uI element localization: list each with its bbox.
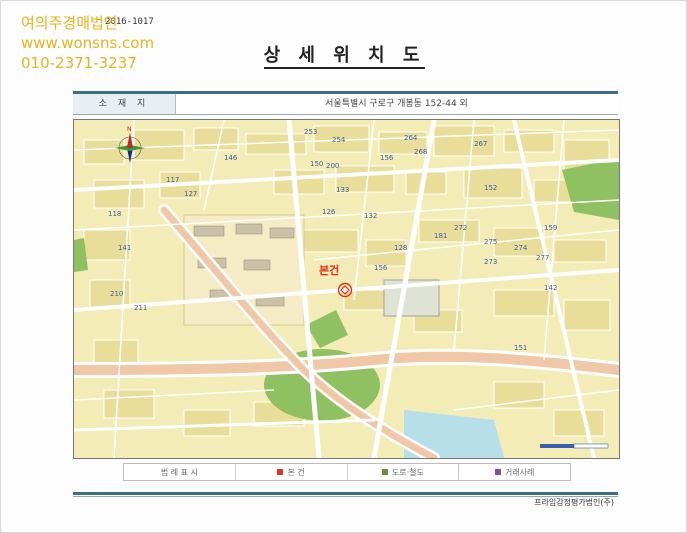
lot-number: 211 (134, 304, 147, 312)
legend-swatch-icon (494, 469, 501, 475)
legend-label: 도로·철도 (391, 467, 424, 477)
scale-bar (540, 443, 609, 449)
lot-number: 156 (380, 154, 394, 162)
footer-rule (73, 492, 618, 495)
lot-number: 159 (544, 224, 557, 232)
page-frame: 2016-1017 상 세 위 치 도 소 재 지 서울특별시 구로구 개봉동 … (0, 0, 687, 533)
location-label: 소 재 지 (73, 94, 176, 114)
map-legend: 범 례 표 시 본 건 도로·철도 거래사례 (123, 463, 571, 481)
legend-item: 범 례 표 시 (124, 464, 236, 480)
lot-number: 127 (184, 190, 197, 198)
lot-number: 264 (404, 134, 418, 142)
map-graphic: 253 254 267 264 146 268 152 150 156 133 … (74, 120, 619, 458)
subject-label: 본건 (319, 264, 340, 277)
lot-number: 133 (336, 186, 349, 194)
lot-number: 128 (394, 244, 407, 252)
compass-n-label: N (127, 126, 132, 133)
lot-number: 141 (118, 244, 131, 252)
watermark: 여의주경매법인 www.wonsns.com 010-2371-3237 (21, 13, 154, 73)
lot-number: 132 (364, 212, 377, 220)
lot-number: 156 (374, 264, 388, 272)
lot-number: 118 (108, 210, 121, 218)
lot-number: 267 (474, 140, 487, 148)
lot-number: 151 (514, 344, 527, 352)
lot-number: 126 (322, 208, 336, 216)
lot-number: 146 (224, 154, 238, 162)
legend-item: 거래사례 (459, 464, 570, 480)
lot-number: 210 (110, 290, 123, 298)
lot-number: 181 (434, 232, 447, 240)
legend-label: 범 례 표 시 (160, 467, 198, 477)
lot-number: 274 (514, 244, 528, 252)
lot-number: 253 (304, 128, 317, 136)
lot-number: 117 (166, 176, 179, 184)
lot-number: 200 (326, 162, 339, 170)
page-title-text: 상 세 위 치 도 (263, 45, 426, 69)
lot-number: 268 (414, 148, 427, 156)
legend-item: 도로·철도 (348, 464, 460, 480)
lot-number: 150 (310, 160, 323, 168)
company-name: 프라임감정평가법인(주) (534, 498, 614, 507)
lot-number: 273 (484, 258, 497, 266)
watermark-name: 여의주경매법인 (21, 14, 118, 32)
lot-number: 142 (544, 284, 557, 292)
legend-swatch-icon (381, 469, 388, 475)
legend-item: 본 건 (236, 464, 348, 480)
lot-number: 277 (536, 254, 549, 262)
lot-number: 152 (484, 184, 497, 192)
legend-label: 본 건 (287, 467, 305, 477)
watermark-website: www.wonsns.com (21, 34, 155, 52)
lot-number: 275 (484, 238, 497, 246)
lot-number: 272 (454, 224, 467, 232)
legend-label: 거래사례 (504, 467, 535, 477)
watermark-phone: 010-2371-3237 (21, 54, 137, 72)
legend-swatch-icon (277, 469, 284, 475)
lot-number: 254 (332, 136, 346, 144)
location-map: 253 254 267 264 146 268 152 150 156 133 … (73, 119, 620, 459)
location-value: 서울특별시 구로구 개봉동 152-44 외 (325, 99, 468, 109)
location-bar: 소 재 지 서울특별시 구로구 개봉동 152-44 외 (73, 91, 618, 115)
